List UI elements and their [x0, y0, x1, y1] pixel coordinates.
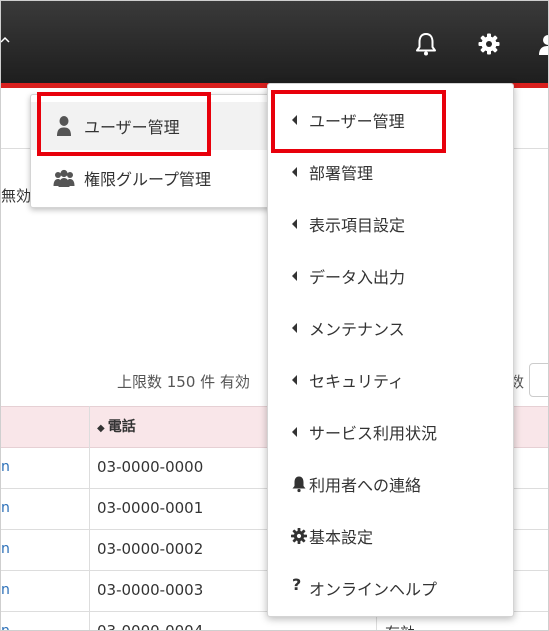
caret-left-icon: [292, 219, 297, 229]
menu-item-label: メンテナンス: [309, 320, 405, 339]
phone-cell: 03-0000-0003: [97, 581, 204, 599]
gear-icon: [291, 528, 307, 544]
menu-item-display-settings[interactable]: 表示項目設定: [268, 199, 513, 247]
phone-header-label: 電話: [107, 419, 136, 435]
caret-left-icon: [292, 323, 297, 333]
menu-item-label: オンラインヘルプ: [309, 580, 438, 599]
app-window: 無効 上限数 150 件 有効 数 ◆ 電話 n 03-0000-0000 n 0…: [0, 0, 549, 631]
status-text: 無効: [1, 187, 32, 205]
menu-item-label: データ入出力: [309, 268, 406, 287]
menu-item-data-io[interactable]: データ入出力: [268, 251, 513, 299]
header-bar: [1, 1, 548, 83]
caret-left-icon: [292, 271, 297, 281]
row-link[interactable]: n: [1, 582, 10, 598]
menu-item-label: 基本設定: [309, 528, 374, 547]
phone-cell: 03-0000-0002: [97, 540, 204, 558]
user-icon[interactable]: [539, 31, 549, 57]
bell-icon[interactable]: [413, 31, 439, 57]
caret-left-icon: [292, 375, 297, 385]
row-link[interactable]: n: [1, 459, 10, 475]
menu-item-department-management[interactable]: 部署管理: [268, 147, 513, 195]
menu-item-security[interactable]: セキュリティ: [268, 355, 513, 403]
row-link[interactable]: n: [1, 541, 10, 557]
highlight-box-submenu: [37, 92, 211, 156]
settings-dropdown-menu: ユーザー管理 部署管理 表示項目設定 データ入出力 メンテナンス セキュリティ …: [267, 83, 514, 617]
column-divider: [89, 406, 90, 630]
limit-text: 上限数 150 件 有効: [117, 373, 250, 391]
chevron-icon[interactable]: [1, 33, 13, 45]
menu-item-basic-settings[interactable]: 基本設定: [268, 511, 513, 559]
sort-icon[interactable]: ◆: [97, 423, 105, 434]
menu-item-service-usage[interactable]: サービス利用状況: [268, 407, 513, 455]
submenu-item-permission-groups[interactable]: 権限グループ管理: [31, 154, 276, 202]
menu-item-contact-users[interactable]: 利用者への連絡: [268, 459, 513, 507]
users-icon: [53, 169, 75, 187]
caret-left-icon: [292, 167, 297, 177]
question-icon: ?: [292, 575, 302, 594]
menu-item-label: 利用者への連絡: [309, 476, 422, 495]
gear-icon[interactable]: [476, 31, 502, 57]
submenu-item-label: 権限グループ管理: [84, 170, 212, 189]
phone-cell: 03-0000-0001: [97, 499, 204, 517]
menu-item-label: サービス利用状況: [309, 424, 438, 443]
menu-item-label: 部署管理: [309, 164, 374, 183]
highlight-box-menu: [271, 90, 446, 153]
status-cell: 有効: [385, 622, 415, 630]
menu-item-online-help[interactable]: ? オンラインヘルプ: [268, 563, 513, 611]
menu-item-label: 表示項目設定: [309, 216, 406, 235]
count-input[interactable]: [529, 363, 548, 397]
phone-cell: 03-0000-0004: [97, 622, 204, 631]
menu-item-label: セキュリティ: [309, 372, 405, 391]
row-link[interactable]: n: [1, 623, 10, 630]
row-link[interactable]: n: [1, 500, 10, 516]
phone-column-header[interactable]: ◆ 電話: [97, 416, 136, 436]
menu-item-maintenance[interactable]: メンテナンス: [268, 303, 513, 351]
phone-cell: 03-0000-0000: [97, 458, 204, 476]
caret-left-icon: [292, 427, 297, 437]
bell-icon: [292, 476, 306, 493]
